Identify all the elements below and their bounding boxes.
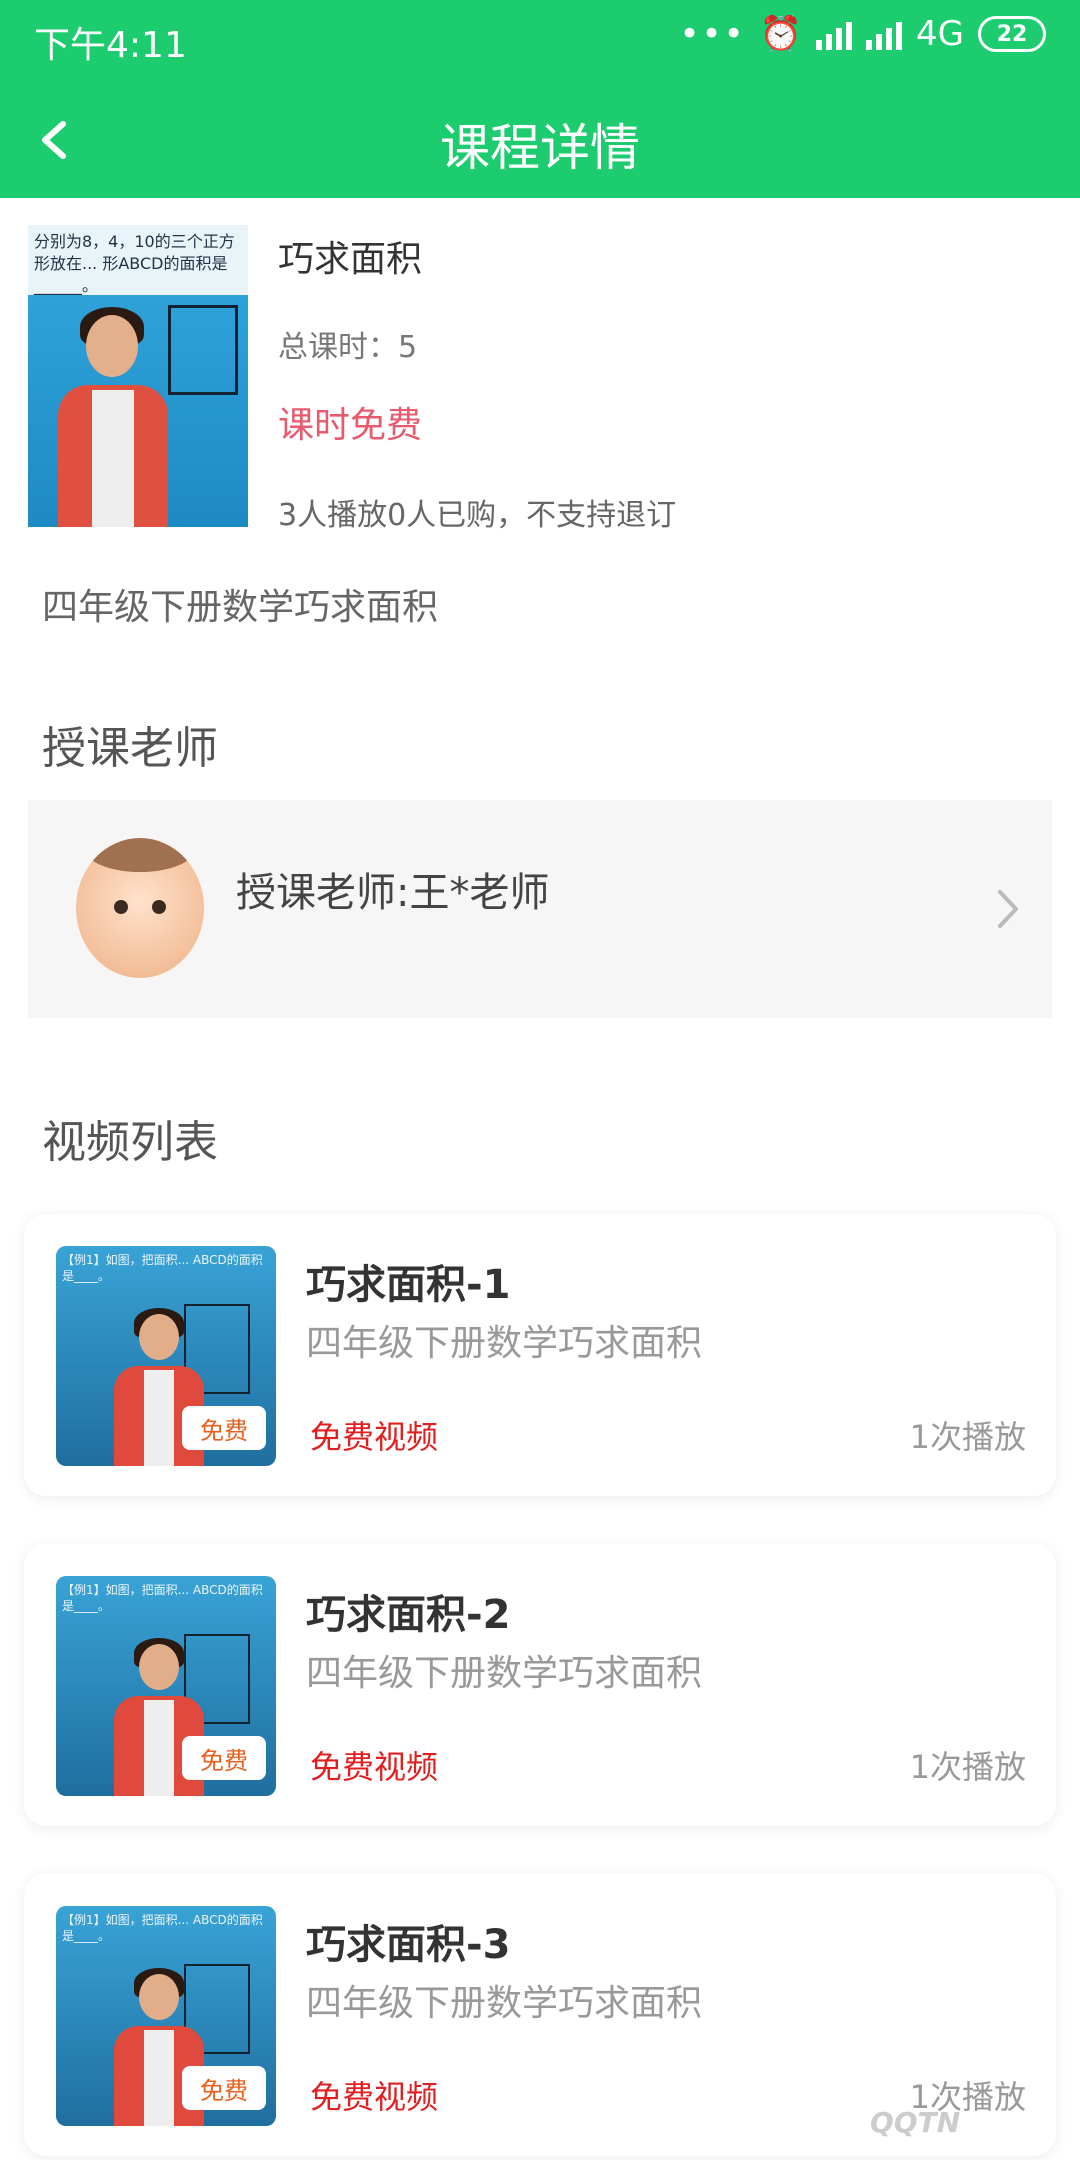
video-section-title: 视频列表: [42, 1117, 218, 1168]
signal-icon: [816, 18, 853, 50]
course-title: 巧求面积: [278, 239, 423, 280]
course-description: 四年级下册数学巧求面积: [42, 587, 439, 628]
teacher-section-title: 授课老师: [42, 723, 218, 774]
video-card[interactable]: 【例1】如图，把面积... ABCD的面积是____。 免费 巧求面积-2 四年…: [24, 1544, 1056, 1826]
teacher-card[interactable]: 授课老师:王*老师: [28, 800, 1052, 1018]
video-title: 巧求面积-2: [306, 1592, 511, 1638]
video-title: 巧求面积-3: [306, 1922, 511, 1968]
video-tag: 免费视频: [310, 1748, 439, 1786]
video-play-count: 1次播放: [909, 1748, 1026, 1786]
video-card[interactable]: 【例1】如图，把面积... ABCD的面积是____。 免费 巧求面积-1 四年…: [24, 1214, 1056, 1496]
signal-icon-2: [866, 18, 903, 50]
network-type: 4G: [916, 14, 964, 54]
status-bar: 下午4:11 ••• ⏰ 4G 22: [0, 0, 1080, 80]
geometry-figure: [168, 305, 238, 395]
teacher-name: 授课老师:王*老师: [236, 870, 550, 916]
video-tag: 免费视频: [310, 2078, 439, 2116]
video-description: 四年级下册数学巧求面积: [306, 1323, 703, 1364]
battery-icon: 22: [978, 16, 1046, 52]
video-description: 四年级下册数学巧求面积: [306, 1983, 703, 2024]
chevron-right-icon: [998, 890, 1018, 928]
app-bar: 课程详情: [0, 80, 1080, 198]
course-stats: 3人播放0人已购，不支持退订: [278, 498, 677, 533]
free-badge: 免费: [182, 2066, 266, 2110]
status-time: 下午4:11: [34, 25, 187, 66]
video-title: 巧求面积-1: [306, 1262, 511, 1308]
free-badge: 免费: [182, 1406, 266, 1450]
avatar: [76, 838, 204, 978]
course-total-hours: 总课时：5: [278, 330, 418, 365]
video-description: 四年级下册数学巧求面积: [306, 1653, 703, 1694]
video-tag: 免费视频: [310, 1418, 439, 1456]
video-thumbnail: 【例1】如图，把面积... ABCD的面积是____。 免费: [56, 1576, 276, 1796]
teacher-figure: [58, 295, 168, 527]
video-thumbnail: 【例1】如图，把面积... ABCD的面积是____。 免费: [56, 1906, 276, 2126]
video-thumbnail: 【例1】如图，把面积... ABCD的面积是____。 免费: [56, 1246, 276, 1466]
more-dots-icon: •••: [679, 14, 746, 54]
course-price: 课时免费: [278, 405, 423, 446]
thumb-board-text: 分别为8，4，10的三个正方形放在... 形ABCD的面积是______。: [28, 225, 248, 295]
page-title: 课程详情: [440, 119, 640, 177]
status-icons: ••• ⏰ 4G 22: [679, 14, 1046, 54]
video-play-count: 1次播放: [909, 1418, 1026, 1456]
watermark-logo: QQTN: [870, 2106, 961, 2139]
course-thumbnail[interactable]: 分别为8，4，10的三个正方形放在... 形ABCD的面积是______。: [28, 225, 248, 527]
alarm-icon: ⏰: [759, 14, 803, 54]
free-badge: 免费: [182, 1736, 266, 1780]
